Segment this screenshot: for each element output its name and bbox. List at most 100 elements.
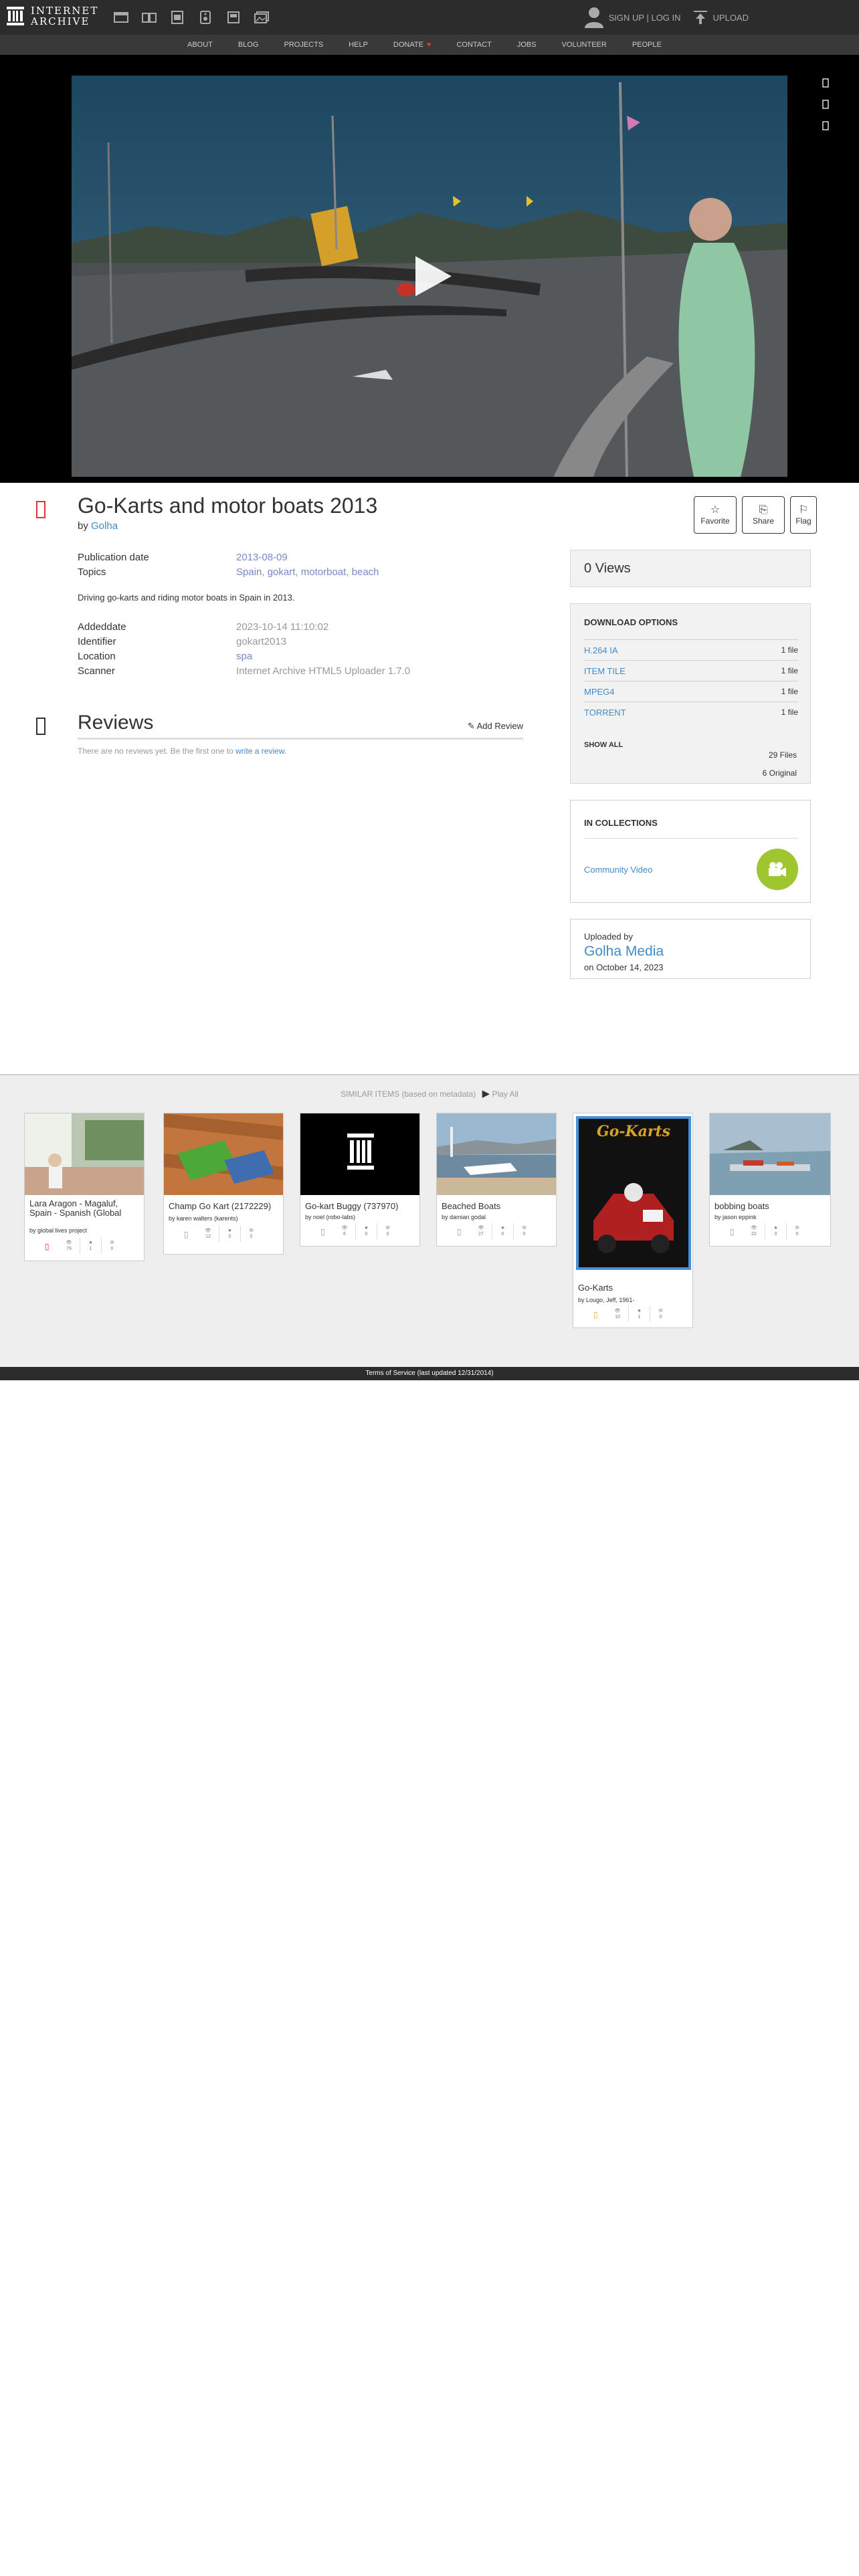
favorites-count: 0 [365, 1232, 368, 1237]
audio-icon[interactable] [191, 8, 219, 27]
texts-icon[interactable] [135, 8, 163, 27]
favorites-stat: ★ 0 [219, 1226, 240, 1242]
nav-contact[interactable]: CONTACT [456, 41, 491, 49]
comment-icon: ✉ [110, 1241, 114, 1245]
views-icon: 👁 [205, 1228, 211, 1233]
no-reviews-message: There are no reviews yet. Be the first o… [78, 746, 233, 756]
web-icon[interactable] [107, 8, 135, 27]
favorites-count: 1 [638, 1315, 641, 1319]
software-icon[interactable] [219, 8, 248, 27]
nav-volunteer[interactable]: VOLUNTEER [562, 41, 607, 49]
info-icon[interactable] [819, 119, 832, 132]
reviews-count: 0 [250, 1235, 253, 1239]
play-all-link[interactable]: Play All [492, 1089, 518, 1099]
nav-donate[interactable]: DONATE ♥ [393, 41, 432, 49]
heart-icon: ♥ [426, 41, 432, 49]
video-icon[interactable] [163, 8, 191, 27]
topic-link[interactable]: motorboat [301, 566, 347, 578]
share-button[interactable]: ⎘ Share [742, 496, 785, 534]
topics-list: Spain, gokart, motorboat, beach [236, 566, 379, 578]
download-link[interactable]: MPEG4 [584, 687, 615, 697]
nav-people[interactable]: PEOPLE [632, 41, 662, 49]
reviews-stat: ✉ 0 [101, 1238, 122, 1254]
nav-jobs[interactable]: JOBS [517, 41, 537, 49]
item-description: Driving go-karts and riding motor boats … [78, 593, 295, 603]
play-icon[interactable] [413, 255, 453, 298]
show-all-link[interactable]: SHOW ALL [584, 741, 623, 749]
similar-item-tile[interactable]: Beached Boats by damian godal ▯ 👁 27 ★ 0 ✉… [436, 1113, 557, 1247]
topic-link[interactable]: beach [352, 566, 379, 578]
views-count: 22 [751, 1232, 757, 1237]
views-count: 6 [343, 1232, 346, 1237]
video-theater [0, 55, 859, 483]
views-count: 10 [615, 1315, 620, 1319]
favorites-stat: ★ 1 [80, 1238, 101, 1254]
views-box: 0 Views [570, 550, 811, 587]
footer-terms-link[interactable]: Terms of Service (last updated 12/31/201… [0, 1367, 859, 1380]
file-count: 1 file [781, 666, 798, 675]
collections-box: IN COLLECTIONS Community Video [570, 800, 811, 903]
upload-link[interactable]: UPLOAD [693, 10, 749, 25]
flag-button[interactable]: ⚐ Flag [790, 496, 817, 534]
list-icon[interactable] [819, 98, 832, 111]
topic-link[interactable]: Spain [236, 566, 262, 578]
views-stat: 👁 79 [58, 1238, 80, 1254]
play-all-icon[interactable]: ▶ [482, 1088, 490, 1099]
favorite-button[interactable]: ☆ Favorite [694, 496, 737, 534]
location-link[interactable]: spa [236, 651, 252, 662]
archive-logo[interactable]: INTERNET ARCHIVE [7, 5, 98, 27]
publication-date-link[interactable]: 2013-08-09 [236, 552, 288, 563]
similar-item-tile[interactable]: Go-kart Buggy (737970) by noel (robo-lab… [300, 1113, 420, 1247]
similar-item-tile[interactable]: bobbing boats by jason eppink ▯ 👁 22 ★ 0 ✉… [709, 1113, 831, 1247]
views-stat: 👁 6 [334, 1223, 355, 1239]
similar-item-tile[interactable]: Go-Karts Go-Karts by Lougo, Jeff, 1961- … [573, 1113, 693, 1328]
favorites-count: 1 [89, 1247, 92, 1251]
metadata-key: Scanner [78, 665, 115, 677]
views-icon: 👁 [614, 1309, 621, 1313]
metadata-key: Publication date [78, 551, 149, 563]
tile-title: bobbing boats [714, 1201, 769, 1211]
add-review-button[interactable]: ✎ Add Review [468, 721, 523, 732]
download-link[interactable]: H.264 IA [584, 645, 618, 655]
video-player[interactable] [72, 76, 787, 477]
similar-item-tile[interactable]: Champ Go Kart (2172229) by karen walters… [163, 1113, 284, 1255]
embed-icon[interactable] [819, 76, 832, 90]
signup-login-link[interactable]: SIGN UP | LOG IN [584, 7, 681, 28]
views-icon: 👁 [751, 1226, 757, 1230]
archive-logo-icon [7, 7, 24, 25]
reviews-section: Reviews ✎ Add Review [78, 712, 523, 740]
download-link[interactable]: TORRENT [584, 708, 626, 718]
film-icon: ▯ [593, 1310, 598, 1319]
nav-about[interactable]: ABOUT [187, 41, 213, 49]
favorites-count: 0 [774, 1232, 777, 1237]
total-files: 29 Files [768, 750, 797, 760]
uploader-link[interactable]: Golha Media [584, 944, 664, 960]
metadata-value: 2023-10-14 11:10:02 [236, 621, 329, 633]
similar-heading: SIMILAR ITEMS (based on metadata) [341, 1089, 476, 1099]
similar-item-tile[interactable]: Lara Aragon - Magaluf, Spain - Spanish (… [24, 1113, 145, 1261]
favorites-stat: ★ 0 [492, 1223, 513, 1239]
top-bar: INTERNET ARCHIVE SIGN UP | LOG IN UPLOAD [0, 0, 859, 35]
images-icon[interactable] [248, 8, 276, 27]
nav-projects[interactable]: PROJECTS [284, 41, 323, 49]
creator-link[interactable]: Golha [91, 520, 118, 532]
views-stat: 👁 22 [743, 1223, 765, 1239]
metadata-value: Internet Archive HTML5 Uploader 1.7.0 [236, 665, 411, 677]
metadata-key: Identifier [78, 635, 116, 647]
write-review-link[interactable]: write a review. [235, 746, 286, 756]
download-row: H.264 IA 1 file [584, 639, 798, 660]
collection-link[interactable]: Community Video [584, 865, 652, 875]
nav-blog[interactable]: BLOG [238, 41, 259, 49]
tile-title: Lara Aragon - Magaluf, Spain - Spanish (… [29, 1198, 122, 1218]
nav-donate-label: DONATE [393, 41, 423, 49]
reviews-count: 0 [386, 1232, 389, 1237]
collection-badge[interactable] [757, 849, 798, 890]
comment-icon: ✉ [385, 1226, 390, 1230]
thumbnail [710, 1113, 830, 1195]
nav-help[interactable]: HELP [349, 41, 368, 49]
download-options: DOWNLOAD OPTIONS H.264 IA 1 file ITEM TI… [570, 603, 811, 784]
download-link[interactable]: ITEM TILE [584, 666, 626, 676]
star-icon: ★ [773, 1226, 778, 1230]
reviews-count: 0 [659, 1315, 662, 1319]
topic-link[interactable]: gokart [268, 566, 296, 578]
